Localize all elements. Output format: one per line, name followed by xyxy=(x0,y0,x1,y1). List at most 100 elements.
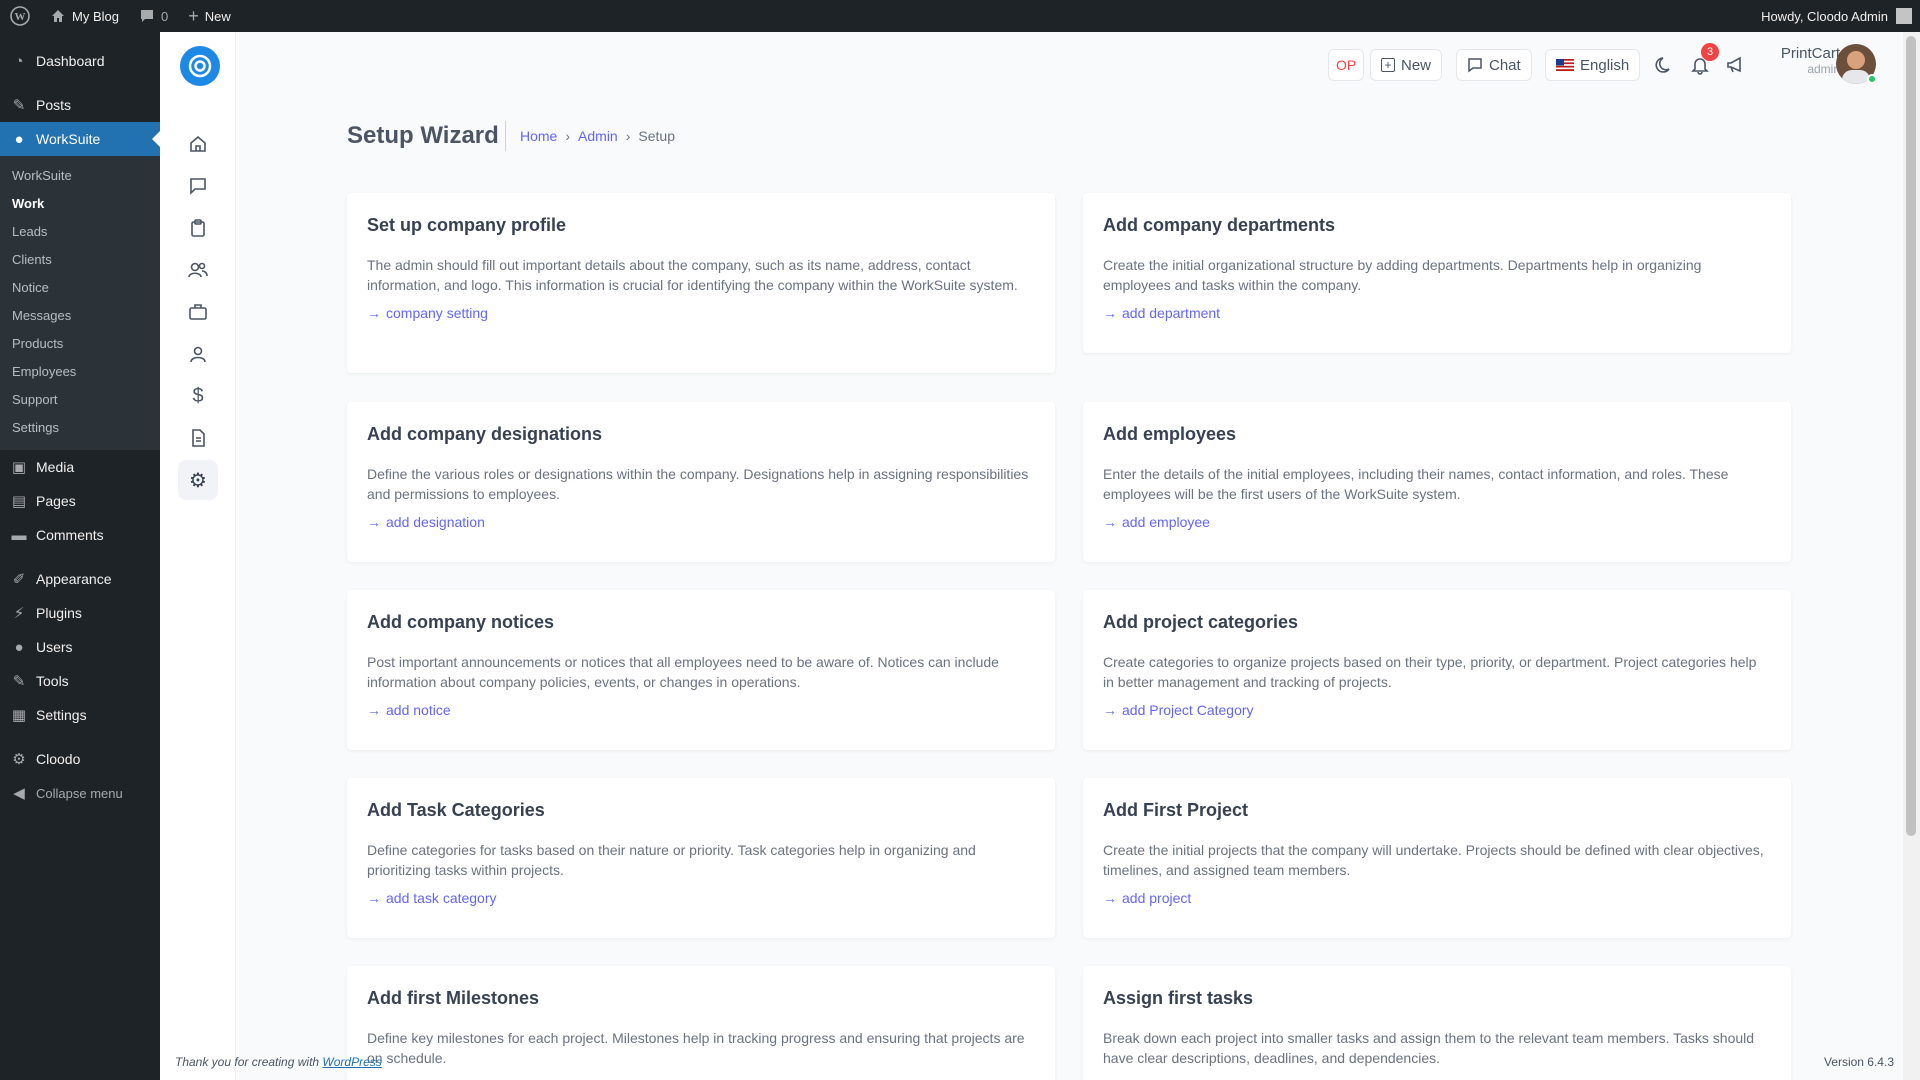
link-label: add employee xyxy=(1122,514,1210,530)
submenu-clients[interactable]: Clients xyxy=(0,246,160,274)
plugin-icon: ⚡ xyxy=(13,605,25,622)
setup-card-employees: Add employees Enter the details of the i… xyxy=(1083,402,1791,562)
menu-media[interactable]: ▣ Media xyxy=(0,450,160,484)
user-avatar-icon[interactable] xyxy=(1896,8,1912,24)
card-description: Enter the details of the initial employe… xyxy=(1103,466,1729,502)
new-button[interactable]: + New xyxy=(1370,49,1443,81)
chat-button[interactable]: Chat xyxy=(1456,49,1532,81)
add-notice-link[interactable]: → add notice xyxy=(367,702,1035,718)
messages-icon[interactable] xyxy=(178,166,218,206)
worksuite-logo-icon[interactable] xyxy=(180,46,220,86)
menu-appearance[interactable]: ✐ Appearance xyxy=(0,562,160,596)
howdy-user-link[interactable]: Howdy, Cloodo Admin xyxy=(1761,9,1888,24)
card-title: Add Task Categories xyxy=(367,800,545,820)
site-name: My Blog xyxy=(72,8,119,24)
menu-label: Dashboard xyxy=(36,53,105,69)
app-icon-rail: $ ⚙ xyxy=(160,32,236,1080)
clipboard-icon[interactable] xyxy=(178,208,218,248)
op-button[interactable]: OP xyxy=(1328,49,1365,81)
new-content-link[interactable]: + New xyxy=(178,0,241,32)
new-label: New xyxy=(204,8,231,24)
users-icon: ● xyxy=(14,638,24,656)
arrow-right-icon: → xyxy=(1103,305,1117,321)
company-setting-link[interactable]: → company setting xyxy=(367,305,1035,321)
document-icon[interactable] xyxy=(178,418,218,458)
add-task-category-link[interactable]: → add task category xyxy=(367,890,1035,906)
comments-link[interactable]: 0 xyxy=(129,0,178,32)
menu-posts[interactable]: ✎ Posts xyxy=(0,88,160,122)
site-name-link[interactable]: My Blog xyxy=(40,0,129,32)
comments-icon: ▬ xyxy=(11,526,27,544)
footer-thanks-text: Thank you for creating with xyxy=(175,1055,320,1069)
submenu-work[interactable]: Work xyxy=(0,190,160,218)
user-role: admin xyxy=(1807,62,1840,76)
language-label: English xyxy=(1580,56,1630,74)
page-scrollbar-thumb[interactable] xyxy=(1906,36,1916,836)
collapse-menu-button[interactable]: ◀ Collapse menu xyxy=(0,776,160,810)
user-info[interactable]: PrintCart admin xyxy=(1756,45,1840,76)
submenu-messages[interactable]: Messages xyxy=(0,302,160,330)
menu-settings[interactable]: ▦ Settings xyxy=(0,698,160,732)
menu-label: Tools xyxy=(36,673,69,689)
submenu-support[interactable]: Support xyxy=(0,386,160,414)
setup-card-first-project: Add First Project Create the initial pro… xyxy=(1083,778,1791,938)
wordpress-logo-icon[interactable]: W xyxy=(0,0,40,32)
menu-users[interactable]: ● Users xyxy=(0,630,160,664)
card-description: Define the various roles or designations… xyxy=(367,466,1029,502)
svg-text:W: W xyxy=(15,11,26,23)
add-project-link[interactable]: → add project xyxy=(1103,890,1771,906)
user-icon[interactable] xyxy=(178,334,218,374)
moon-icon xyxy=(1655,57,1670,73)
submenu-notice[interactable]: Notice xyxy=(0,274,160,302)
submenu-employees[interactable]: Employees xyxy=(0,358,160,386)
brush-icon: ✐ xyxy=(12,571,26,588)
add-employee-link[interactable]: → add employee xyxy=(1103,514,1771,530)
users-icon[interactable] xyxy=(178,250,218,290)
menu-label: Appearance xyxy=(36,571,112,587)
card-title: Add First Project xyxy=(1103,800,1249,820)
submenu-leads[interactable]: Leads xyxy=(0,218,160,246)
card-description: Define key milestones for each project. … xyxy=(367,1030,1025,1066)
setup-card-company-profile: Set up company profile The admin should … xyxy=(347,193,1055,373)
add-project-category-link[interactable]: → add Project Category xyxy=(1103,702,1771,718)
home-icon[interactable] xyxy=(178,124,218,164)
setup-card-designations: Add company designations Define the vari… xyxy=(347,402,1055,562)
submenu-settings[interactable]: Settings xyxy=(0,414,160,442)
announcements-button[interactable] xyxy=(1720,50,1750,80)
language-select[interactable]: English xyxy=(1545,49,1641,81)
megaphone-icon xyxy=(1727,56,1741,73)
card-title: Add company notices xyxy=(367,612,555,632)
menu-comments[interactable]: ▬ Comments xyxy=(0,518,160,552)
page-title: Setup Wizard xyxy=(347,122,499,149)
dark-mode-toggle[interactable] xyxy=(1650,50,1680,80)
notifications-button[interactable]: 3 xyxy=(1685,43,1719,80)
card-title: Add employees xyxy=(1103,424,1237,444)
add-department-link[interactable]: → add department xyxy=(1103,305,1771,321)
menu-plugins[interactable]: ⚡ Plugins xyxy=(0,596,160,630)
card-description: Create the initial organizational struct… xyxy=(1103,257,1702,293)
wp-admin-bar: W My Blog 0 + New Howdy, Cloodo Admin xyxy=(0,0,1920,32)
menu-cloodo[interactable]: ⚙ Cloodo xyxy=(0,742,160,776)
menu-tools[interactable]: ✎ Tools xyxy=(0,664,160,698)
menu-worksuite[interactable]: ● WorkSuite xyxy=(0,122,160,156)
settings-gear-icon[interactable]: ⚙ xyxy=(178,460,218,500)
menu-label: Users xyxy=(36,639,73,655)
arrow-right-icon: → xyxy=(1103,514,1117,530)
breadcrumb-admin[interactable]: Admin xyxy=(578,128,618,144)
briefcase-icon[interactable] xyxy=(178,292,218,332)
submenu-products[interactable]: Products xyxy=(0,330,160,358)
menu-label: WorkSuite xyxy=(36,131,101,147)
wordpress-link[interactable]: WordPress xyxy=(322,1055,381,1069)
chevron-right-icon: › xyxy=(625,128,631,144)
menu-dashboard[interactable]: ◔ Dashboard xyxy=(0,44,160,78)
menu-pages[interactable]: ▤ Pages xyxy=(0,484,160,518)
dollar-icon[interactable]: $ xyxy=(178,376,218,416)
settings-icon: ▦ xyxy=(11,707,27,724)
add-designation-link[interactable]: → add designation xyxy=(367,514,1035,530)
breadcrumb-home[interactable]: Home xyxy=(520,128,557,144)
submenu-worksuite[interactable]: WorkSuite xyxy=(0,162,160,190)
plus-square-icon: + xyxy=(1381,58,1395,72)
chat-label: Chat xyxy=(1489,56,1521,74)
plus-icon: + xyxy=(188,6,199,26)
card-title: Add company designations xyxy=(367,424,603,444)
